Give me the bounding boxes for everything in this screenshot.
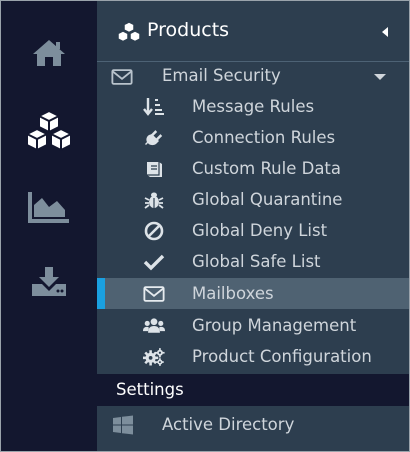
home-icon	[33, 40, 65, 66]
menu-item-global-deny-list[interactable]: Global Deny List	[97, 215, 409, 246]
icon-rail	[1, 1, 97, 451]
settings-section-header: Settings	[97, 374, 409, 406]
panel-header: Products	[97, 1, 409, 61]
download-icon	[32, 267, 66, 296]
connection-rules-label: Connection Rules	[192, 128, 336, 147]
app-frame: Products Email Security Message Rules Co…	[0, 0, 410, 452]
menu-item-connection-rules[interactable]: Connection Rules	[97, 122, 409, 153]
menu-item-global-safe-list[interactable]: Global Safe List	[97, 246, 409, 277]
book-icon	[143, 159, 165, 179]
caret-down-icon[interactable]	[373, 73, 387, 81]
ban-icon	[143, 221, 165, 241]
products-cubes-icon	[117, 21, 141, 43]
menu-item-mailboxes[interactable]: Mailboxes	[97, 278, 409, 309]
settings-label: Settings	[116, 380, 184, 399]
windows-icon	[112, 415, 134, 435]
menu-item-global-quarantine[interactable]: Global Quarantine	[97, 184, 409, 215]
menu-item-message-rules[interactable]: Message Rules	[97, 91, 409, 122]
chart-icon	[28, 192, 69, 223]
rail-products-button[interactable]	[1, 99, 97, 163]
products-panel: Products Email Security Message Rules Co…	[97, 1, 409, 451]
products-icon	[26, 110, 72, 151]
bug-icon	[143, 190, 165, 210]
gears-icon	[143, 347, 165, 367]
product-configuration-label: Product Configuration	[192, 347, 372, 366]
active-directory-label: Active Directory	[162, 415, 295, 434]
mailboxes-label: Mailboxes	[192, 284, 274, 303]
message-rules-label: Message Rules	[192, 97, 315, 116]
envelope-icon	[143, 284, 165, 304]
global-deny-list-label: Global Deny List	[192, 221, 328, 240]
active-indicator	[97, 278, 105, 309]
caret-left-icon[interactable]	[379, 25, 391, 39]
plug-icon	[143, 128, 165, 148]
rail-home-button[interactable]	[1, 21, 97, 85]
menu-item-active-directory[interactable]: Active Directory	[97, 409, 409, 440]
email-security-label: Email Security	[162, 66, 281, 85]
rail-downloads-button[interactable]	[1, 249, 97, 313]
panel-title: Products	[147, 19, 230, 41]
envelope-icon	[111, 67, 133, 87]
check-icon	[143, 252, 165, 272]
menu-item-product-configuration[interactable]: Product Configuration	[97, 341, 409, 372]
menu-item-custom-rule-data[interactable]: Custom Rule Data	[97, 153, 409, 184]
users-icon	[143, 316, 165, 336]
custom-rule-data-label: Custom Rule Data	[192, 159, 342, 178]
menu-item-group-management[interactable]: Group Management	[97, 310, 409, 341]
menu-item-email-security[interactable]: Email Security	[97, 61, 409, 91]
group-management-label: Group Management	[192, 316, 357, 335]
global-safe-list-label: Global Safe List	[192, 252, 321, 271]
global-quarantine-label: Global Quarantine	[192, 190, 343, 209]
rail-reports-button[interactable]	[1, 175, 97, 239]
sort-numeric-icon	[143, 97, 165, 117]
